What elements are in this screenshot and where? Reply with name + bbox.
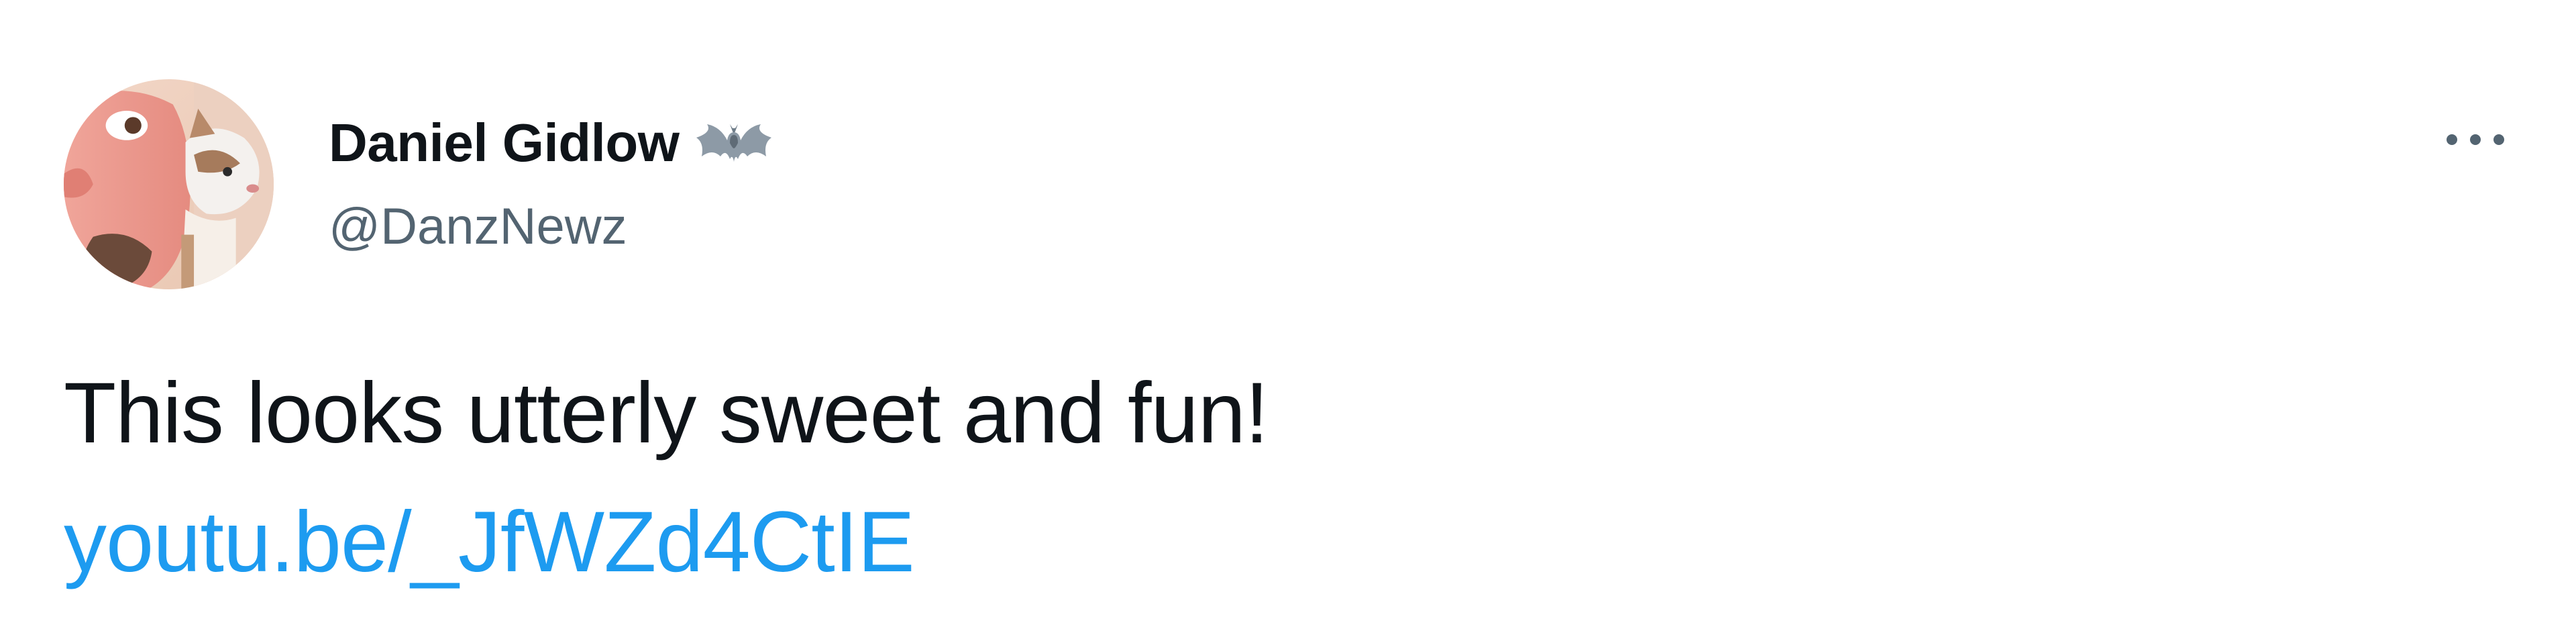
tweet-link[interactable]: youtu.be/_JfWZd4CtIE xyxy=(64,499,915,585)
author-avatar[interactable] xyxy=(64,79,274,289)
author-display-name[interactable]: Daniel Gidlow xyxy=(329,116,680,170)
author-name-row: Daniel Gidlow xyxy=(329,106,774,180)
more-options-button[interactable] xyxy=(2428,113,2522,166)
author-handle[interactable]: @DanzNewz xyxy=(329,201,627,252)
tweet-text: This looks utterly sweet and fun! xyxy=(64,365,1269,461)
tweet-card: Daniel Gidlow @DanzNewz This looks utter… xyxy=(0,0,2576,627)
more-horizontal-icon xyxy=(2447,134,2504,145)
bat-icon xyxy=(694,116,774,170)
avatar-image xyxy=(64,79,274,289)
